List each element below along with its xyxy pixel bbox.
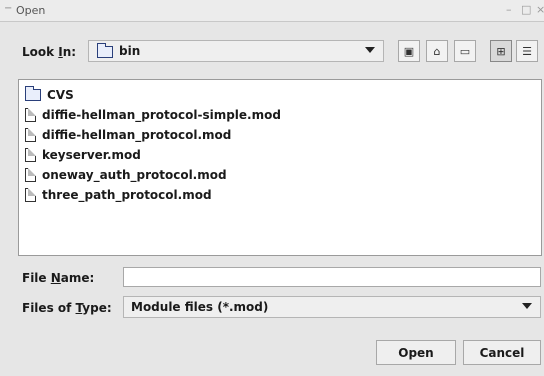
chevron-down-icon	[365, 47, 375, 53]
close-icon[interactable]: ×	[536, 3, 544, 16]
folder-icon	[97, 43, 113, 58]
folder-icon	[25, 85, 41, 101]
list-item[interactable]: diffie-hellman_protocol-simple.mod	[19, 104, 541, 124]
maximize-icon[interactable]: □	[521, 3, 531, 16]
look-in-combo[interactable]: bin	[88, 40, 384, 62]
up-folder-icon: ▣	[403, 44, 415, 58]
file-name-field[interactable]	[123, 267, 541, 287]
minimize-icon[interactable]: –	[506, 3, 512, 16]
list-view-icon: ⊞	[496, 44, 506, 58]
chevron-down-icon	[522, 303, 532, 309]
look-in-value: bin	[119, 44, 141, 58]
list-item[interactable]: diffie-hellman_protocol.mod	[19, 124, 541, 144]
list-item[interactable]: three_path_protocol.mod	[19, 184, 541, 204]
list-item-folder[interactable]: CVS	[19, 84, 541, 104]
window-menu-icon[interactable]: −	[4, 3, 12, 14]
list-item[interactable]: oneway_auth_protocol.mod	[19, 164, 541, 184]
new-folder-icon: ▭	[459, 44, 471, 58]
details-view-icon: ☰	[522, 44, 532, 58]
new-folder-button[interactable]: ▭	[454, 40, 476, 62]
file-type-combo[interactable]: Module files (*.mod)	[123, 296, 541, 318]
file-type-value: Module files (*.mod)	[131, 300, 269, 314]
look-in-label: Look In:	[22, 45, 77, 59]
file-icon	[25, 147, 36, 162]
file-icon	[25, 127, 36, 142]
home-button[interactable]: ⌂	[426, 40, 448, 62]
open-button[interactable]: Open	[376, 340, 456, 365]
list-view-button[interactable]: ⊞	[490, 40, 512, 62]
file-name-label: File Name:	[22, 271, 95, 285]
window-title: Open	[16, 4, 46, 17]
file-list[interactable]: CVS diffie-hellman_protocol-simple.mod d…	[18, 79, 542, 256]
cancel-button[interactable]: Cancel	[463, 340, 541, 365]
title-bar: − Open – □ ×	[0, 0, 544, 22]
file-icon	[25, 107, 36, 122]
details-view-button[interactable]: ☰	[516, 40, 538, 62]
file-icon	[25, 167, 36, 182]
up-folder-button[interactable]: ▣	[398, 40, 420, 62]
file-type-label: Files of Type:	[22, 301, 112, 315]
home-icon: ⌂	[433, 44, 441, 58]
list-item[interactable]: keyserver.mod	[19, 144, 541, 164]
file-icon	[25, 187, 36, 202]
